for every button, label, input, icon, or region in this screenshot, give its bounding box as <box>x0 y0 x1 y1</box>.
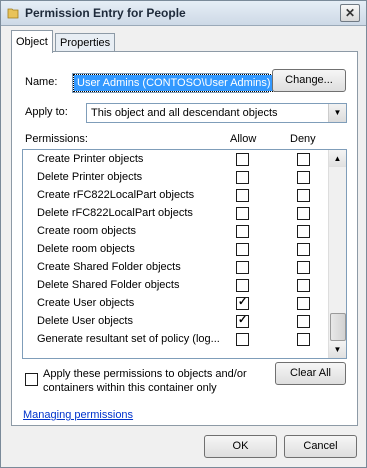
permission-name: Create room objects <box>37 225 137 237</box>
title-bar[interactable]: Permission Entry for People ✕ <box>1 1 366 26</box>
apply-to-children-checkbox[interactable] <box>25 373 38 386</box>
deny-header: Deny <box>290 133 316 145</box>
permission-name: Delete room objects <box>37 243 135 255</box>
managing-permissions-link[interactable]: Managing permissions <box>23 409 133 421</box>
permission-row: Create User objects ✓ <box>23 294 328 312</box>
permission-name: Create Shared Folder objects <box>37 261 181 273</box>
allow-checkbox[interactable] <box>236 171 249 184</box>
permission-name: Delete User objects <box>37 315 133 327</box>
deny-checkbox[interactable] <box>297 261 310 274</box>
permission-name: Delete rFC822LocalPart objects <box>37 207 193 219</box>
permission-row: Delete User objects ✓ <box>23 312 328 330</box>
permission-row: Create Shared Folder objects <box>23 258 328 276</box>
apply-to-select[interactable]: This object and all descendant objects ▼ <box>86 103 347 123</box>
chevron-down-icon[interactable]: ▼ <box>328 104 346 122</box>
window-title: Permission Entry for People <box>25 6 186 20</box>
permission-name: Delete Shared Folder objects <box>37 279 180 291</box>
name-value: User Admins (CONTOSO\User Admins) <box>73 74 275 92</box>
apply-checkbox-label-line2: containers within this container only <box>43 382 217 394</box>
folder-icon <box>7 8 19 19</box>
permissions-list[interactable]: Create Printer objects Delete Printer obj… <box>22 149 347 359</box>
name-label: Name: <box>25 76 58 88</box>
permission-row: Delete Printer objects <box>23 168 328 186</box>
deny-checkbox[interactable] <box>297 207 310 220</box>
allow-checkbox[interactable]: ✓ <box>236 314 249 328</box>
permission-name: Create Printer objects <box>37 153 144 165</box>
allow-checkbox[interactable] <box>236 189 249 202</box>
permission-name: Create User objects <box>37 297 135 309</box>
deny-checkbox[interactable] <box>297 171 310 184</box>
permission-row: Create Printer objects <box>23 150 328 168</box>
permission-entry-dialog: Permission Entry for People ✕ Object Pro… <box>0 0 367 468</box>
permission-name: Delete Printer objects <box>37 171 143 183</box>
apply-checkbox-label-line1: Apply these permissions to objects and/o… <box>43 368 247 380</box>
deny-checkbox[interactable] <box>297 279 310 292</box>
apply-to-label: Apply to: <box>25 106 68 118</box>
tab-properties[interactable]: Properties <box>55 33 116 52</box>
deny-checkbox[interactable] <box>297 189 310 202</box>
apply-to-value: This object and all descendant objects <box>91 107 278 119</box>
allow-checkbox[interactable]: ✓ <box>236 296 249 310</box>
scroll-down-icon[interactable]: ▼ <box>329 341 346 358</box>
allow-checkbox[interactable] <box>236 153 249 166</box>
deny-checkbox[interactable] <box>297 225 310 238</box>
checkmark-icon: ✓ <box>238 296 248 308</box>
checkmark-icon: ✓ <box>238 314 248 326</box>
permission-row: Delete rFC822LocalPart objects <box>23 204 328 222</box>
allow-checkbox[interactable] <box>236 333 249 346</box>
permissions-scrollbar[interactable]: ▲ ▼ <box>328 150 346 358</box>
ok-button[interactable]: OK <box>204 435 277 458</box>
deny-checkbox[interactable] <box>297 333 310 346</box>
permission-row: Create rFC822LocalPart objects <box>23 186 328 204</box>
close-button[interactable]: ✕ <box>340 4 360 22</box>
change-button[interactable]: Change... <box>272 69 346 92</box>
scrollbar-thumb[interactable] <box>330 313 346 341</box>
allow-checkbox[interactable] <box>236 261 249 274</box>
deny-checkbox[interactable] <box>297 315 310 328</box>
allow-header: Allow <box>230 133 257 145</box>
allow-checkbox[interactable] <box>236 243 249 256</box>
permission-name: Create rFC822LocalPart objects <box>37 189 195 201</box>
allow-checkbox[interactable] <box>236 207 249 220</box>
deny-checkbox[interactable] <box>297 297 310 310</box>
permission-row: Delete room objects <box>23 240 328 258</box>
clear-all-button[interactable]: Clear All <box>275 362 346 385</box>
object-tab-panel: Name: User Admins (CONTOSO\User Admins) … <box>11 51 358 426</box>
deny-checkbox[interactable] <box>297 243 310 256</box>
allow-checkbox[interactable] <box>236 279 249 292</box>
cancel-button[interactable]: Cancel <box>284 435 357 458</box>
deny-checkbox[interactable] <box>297 153 310 166</box>
permission-row: Generate resultant set of policy (log... <box>23 330 328 348</box>
tab-object[interactable]: Object <box>11 30 53 53</box>
name-field[interactable]: User Admins (CONTOSO\User Admins) <box>72 73 275 93</box>
permissions-label: Permissions: <box>25 133 88 145</box>
permission-row: Create room objects <box>23 222 328 240</box>
permission-row: Delete Shared Folder objects <box>23 276 328 294</box>
permission-name: Generate resultant set of policy (log... <box>37 333 220 345</box>
allow-checkbox[interactable] <box>236 225 249 238</box>
scroll-up-icon[interactable]: ▲ <box>329 150 346 167</box>
